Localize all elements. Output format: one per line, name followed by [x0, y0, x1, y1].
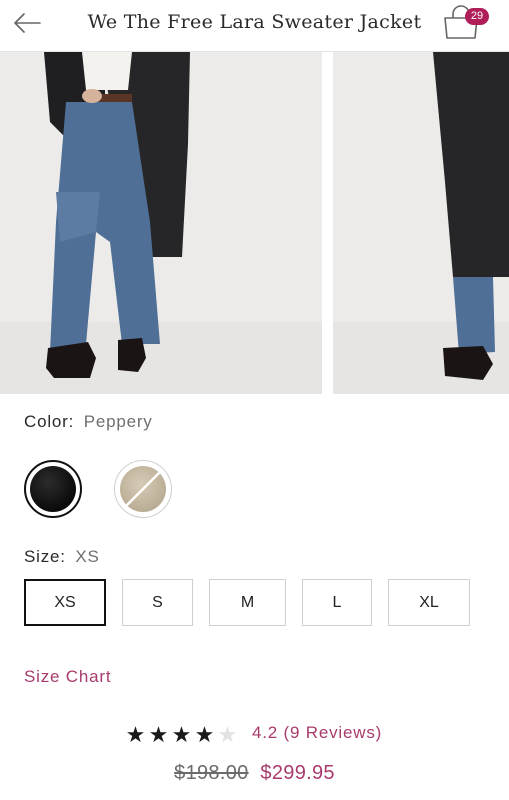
reviews-link[interactable]: 4.2 (9 Reviews)	[252, 723, 382, 743]
product-photo-front[interactable]	[0, 52, 322, 394]
selected-size-value: XS	[75, 547, 100, 566]
color-selector-label: Color: Peppery	[24, 412, 153, 432]
color-swatch-peppery[interactable]	[24, 460, 82, 518]
page-title: We The Free Lara Sweater Jacket	[87, 11, 422, 33]
product-image-carousel[interactable]	[0, 52, 509, 394]
size-option-s[interactable]: S	[122, 579, 193, 626]
star-empty-icon: ★	[217, 722, 238, 747]
size-option-m[interactable]: M	[209, 579, 286, 626]
selected-color-value: Peppery	[83, 412, 153, 431]
rating-summary: ★ ★ ★ ★ ★ 4.2 (9 Reviews)	[0, 722, 509, 748]
star-filled-icon: ★	[148, 722, 169, 747]
cart-count-badge: 29	[465, 8, 489, 25]
size-label: Size:	[24, 547, 66, 566]
size-option-xs[interactable]: XS	[24, 579, 106, 626]
star-rating: ★ ★ ★ ★ ★	[124, 722, 239, 748]
swatch-fill	[30, 466, 76, 512]
size-selector-label: Size: XS	[24, 547, 100, 567]
current-price: $299.95	[260, 762, 335, 784]
size-option-xl[interactable]: XL	[388, 579, 470, 626]
size-option-l[interactable]: L	[302, 579, 372, 626]
back-button[interactable]	[10, 8, 46, 44]
star-filled-icon: ★	[194, 722, 215, 747]
star-filled-icon: ★	[171, 722, 192, 747]
arrow-left-icon	[14, 13, 41, 33]
product-photo-side[interactable]	[333, 52, 509, 394]
color-label: Color:	[24, 412, 75, 431]
swatch-fill	[120, 466, 166, 512]
star-filled-icon: ★	[125, 722, 146, 747]
unavailable-slash-icon	[125, 471, 161, 507]
color-swatch-unavailable[interactable]	[114, 460, 172, 518]
top-header: We The Free Lara Sweater Jacket 29	[0, 0, 509, 52]
original-price: $198.00	[174, 762, 249, 784]
price: $198.00 $299.95	[0, 762, 509, 785]
size-chart-link[interactable]: Size Chart	[24, 667, 111, 687]
